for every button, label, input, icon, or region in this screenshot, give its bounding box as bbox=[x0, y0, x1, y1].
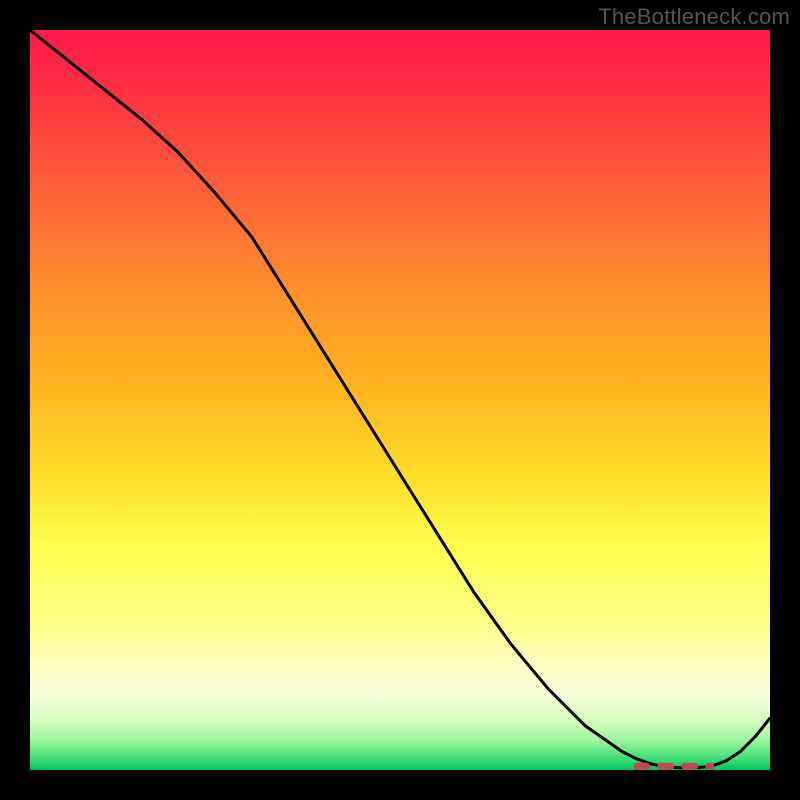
bottleneck-curve bbox=[30, 30, 770, 768]
plot-area bbox=[30, 30, 770, 770]
watermark-text: TheBottleneck.com bbox=[598, 4, 790, 30]
chart-frame: TheBottleneck.com bbox=[0, 0, 800, 800]
curve-svg bbox=[30, 30, 770, 770]
